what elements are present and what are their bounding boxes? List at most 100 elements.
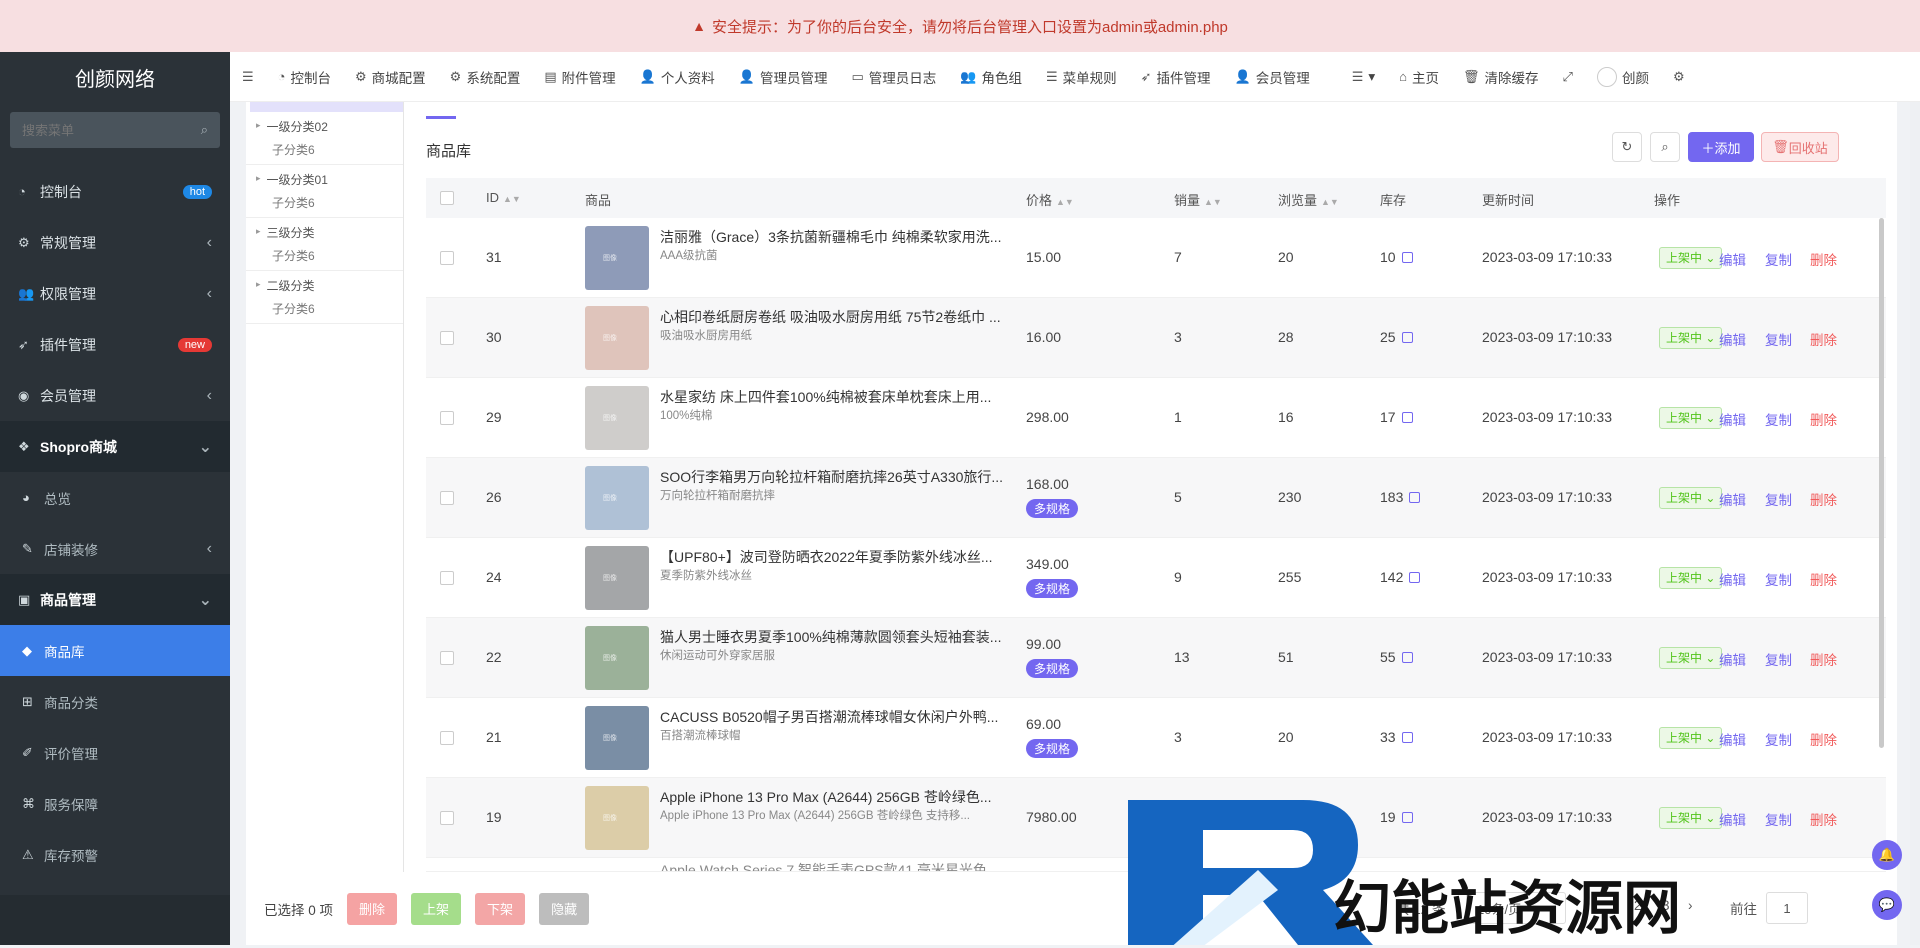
goods-name[interactable]: CACUSS B0520帽子男百搭潮流棒球帽女休闲户外鸭... [660,707,1010,727]
goods-thumbnail[interactable]: 图像 [585,786,649,850]
caret-right-icon[interactable]: ▸ [256,277,261,294]
topnav-profile[interactable]: 👤 个人资料 [628,52,727,102]
table-scrollbar[interactable] [1879,218,1884,748]
add-stock-icon[interactable] [1401,332,1413,343]
search-icon[interactable]: ⌕ [201,122,208,138]
topnav-clear-cache[interactable]: 🗑 清除缓存 [1451,52,1551,102]
brand-logo[interactable]: 创颜网络 [0,52,230,102]
sidebar-item-dashboard[interactable]: ◔ 控制台 hot [0,166,230,217]
goods-name[interactable]: 洁丽雅（Grace）3条抗菌新疆棉毛巾 纯棉柔软家用洗... [660,227,1010,247]
sidebar-item-stock-warning[interactable]: ⚠ 库存预警 [0,829,230,880]
table-row[interactable]: 22 图像 猫人男士睡衣男夏季100%纯棉薄款圆领套头短袖套装... 休闲运动可外穿家… [426,618,1886,698]
delete-button[interactable]: 删除 [1810,649,1837,669]
status-select[interactable]: 上架中 ⌄ [1659,487,1723,509]
delete-button[interactable]: 删除 [1810,249,1837,269]
sidebar-item-general[interactable]: ⚙ 常规管理 ‹ [0,217,230,268]
goods-thumbnail[interactable]: 图像 [585,466,649,530]
topnav-addon[interactable]: ➶ 插件管理 [1129,52,1223,102]
settings-button[interactable]: ⚙ [1661,52,1697,102]
goods-thumbnail[interactable]: 图像 [585,546,649,610]
multi-spec-badge[interactable]: 多规格 [1026,659,1079,678]
table-row[interactable]: 26 图像 SOO行李箱男万向轮拉杆箱耐磨抗摔26英寸A330旅行... 万向轮拉杆箱… [426,458,1886,538]
tree-node[interactable]: ▸ 一级分类02 子分类6 [246,112,403,165]
topnav-system-config[interactable]: ⚙ 系统配置 [438,52,533,102]
sidebar-item-goods-category[interactable]: ⊞ 商品分类 [0,676,230,727]
copy-button[interactable]: 复制 [1765,569,1792,589]
add-stock-icon[interactable] [1409,492,1421,503]
table-row[interactable]: 24 图像 【UPF80+】波司登防晒衣2022年夏季防紫外线冰丝... 夏季防紫外线… [426,538,1886,618]
row-checkbox[interactable] [440,571,454,585]
add-button[interactable]: ＋添加 [1688,132,1754,162]
goods-name[interactable]: 【UPF80+】波司登防晒衣2022年夏季防紫外线冰丝... [660,547,1010,567]
bulk-delete-button[interactable]: 删除 [347,892,398,925]
sidebar-item-service[interactable]: ⌘ 服务保障 [0,778,230,829]
topnav-menu-rule[interactable]: ☰ 菜单规则 [1034,52,1129,102]
hamburger-menu-button[interactable]: ☰ [230,52,266,102]
search-toggle-button[interactable]: ⌕ [1650,132,1680,162]
goods-name[interactable]: Apple iPhone 13 Pro Max (A2644) 256GB 苍岭… [660,787,1010,807]
add-stock-icon[interactable] [1401,412,1413,423]
row-checkbox[interactable] [440,491,454,505]
status-select[interactable]: 上架中 ⌄ [1659,567,1723,589]
col-views[interactable]: 浏览量 ▲▼ [1278,190,1339,209]
sidebar-item-members[interactable]: ◉ 会员管理 ‹ [0,370,230,421]
delete-button[interactable]: 删除 [1810,729,1837,749]
copy-button[interactable]: 复制 [1765,329,1792,349]
goods-thumbnail[interactable]: 图像 [585,226,649,290]
topnav-more-dropdown[interactable]: ☰ ▾ [1340,52,1387,102]
edit-button[interactable]: 编辑 [1719,249,1746,269]
delete-button[interactable]: 删除 [1810,409,1837,429]
add-stock-icon[interactable] [1409,572,1421,583]
goods-thumbnail[interactable]: 图像 [585,626,649,690]
tree-node[interactable]: ▸ 一级分类01 子分类6 [246,165,403,218]
topnav-home[interactable]: ⌂ 主页 [1387,52,1451,102]
edit-button[interactable]: 编辑 [1719,649,1746,669]
sidebar-item-goods-library[interactable]: ◆ 商品库 [0,625,230,676]
sort-icon[interactable]: ▲▼ [503,194,521,204]
delete-button[interactable]: 删除 [1810,569,1837,589]
bulk-on-sale-button[interactable]: 上架 [411,892,462,925]
sort-icon[interactable]: ▲▼ [1056,197,1074,207]
multi-spec-badge[interactable]: 多规格 [1026,579,1079,598]
topnav-members[interactable]: 👤 会员管理 [1223,52,1322,102]
row-checkbox[interactable] [440,811,454,825]
copy-button[interactable]: 复制 [1765,489,1792,509]
multi-spec-badge[interactable]: 多规格 [1026,739,1079,758]
goods-name[interactable]: 水星家纺 床上四件套100%纯棉被套床单枕套床上用... [660,387,1010,407]
caret-right-icon[interactable]: ▸ [256,118,261,135]
delete-button[interactable]: 删除 [1810,489,1837,509]
delete-button[interactable]: 删除 [1810,329,1837,349]
topnav-attachment[interactable]: ▤ 附件管理 [532,52,627,102]
bulk-hide-button[interactable]: 隐藏 [539,892,590,925]
sidebar-item-goods-manage[interactable]: ▣ 商品管理 ⌄ [0,574,230,625]
caret-right-icon[interactable]: ▸ [256,171,261,188]
edit-button[interactable]: 编辑 [1719,729,1746,749]
multi-spec-badge[interactable]: 多规格 [1026,499,1079,518]
fullscreen-button[interactable]: ⤢ [1551,52,1585,102]
edit-button[interactable]: 编辑 [1719,409,1746,429]
topnav-role-group[interactable]: 👥 角色组 [948,52,1034,102]
topnav-admin[interactable]: 👤 管理员管理 [727,52,840,102]
goods-name[interactable]: Apple Watch Series 7 智能手表GPS款41 毫米星光色... [660,860,1010,871]
add-stock-icon[interactable] [1401,652,1413,663]
row-checkbox[interactable] [440,411,454,425]
bulk-off-sale-button[interactable]: 下架 [475,892,526,925]
row-checkbox[interactable] [440,731,454,745]
tree-node[interactable]: ▸ 三级分类 子分类6 [246,218,403,271]
status-select[interactable]: 上架中 ⌄ [1659,647,1723,669]
topnav-dashboard[interactable]: ◔ 控制台 [266,52,343,102]
row-checkbox[interactable] [440,251,454,265]
goods-name[interactable]: 心相印卷纸厨房卷纸 吸油吸水厨房用纸 75节2卷纸巾 ... [660,307,1010,327]
refresh-button[interactable]: ↻ [1612,132,1642,162]
goods-thumbnail[interactable]: 图像 [585,386,649,450]
row-checkbox[interactable] [440,651,454,665]
recycle-bin-button[interactable]: 🗑 回收站 [1761,132,1839,162]
copy-button[interactable]: 复制 [1765,729,1792,749]
copy-button[interactable]: 复制 [1765,409,1792,429]
menu-search-input[interactable] [22,122,172,138]
col-price[interactable]: 价格 ▲▼ [1026,190,1074,209]
copy-button[interactable]: 复制 [1765,649,1792,669]
goods-thumbnail[interactable]: 图像 [585,706,649,770]
sidebar-item-addons[interactable]: ➶ 插件管理 new [0,319,230,370]
edit-button[interactable]: 编辑 [1719,569,1746,589]
